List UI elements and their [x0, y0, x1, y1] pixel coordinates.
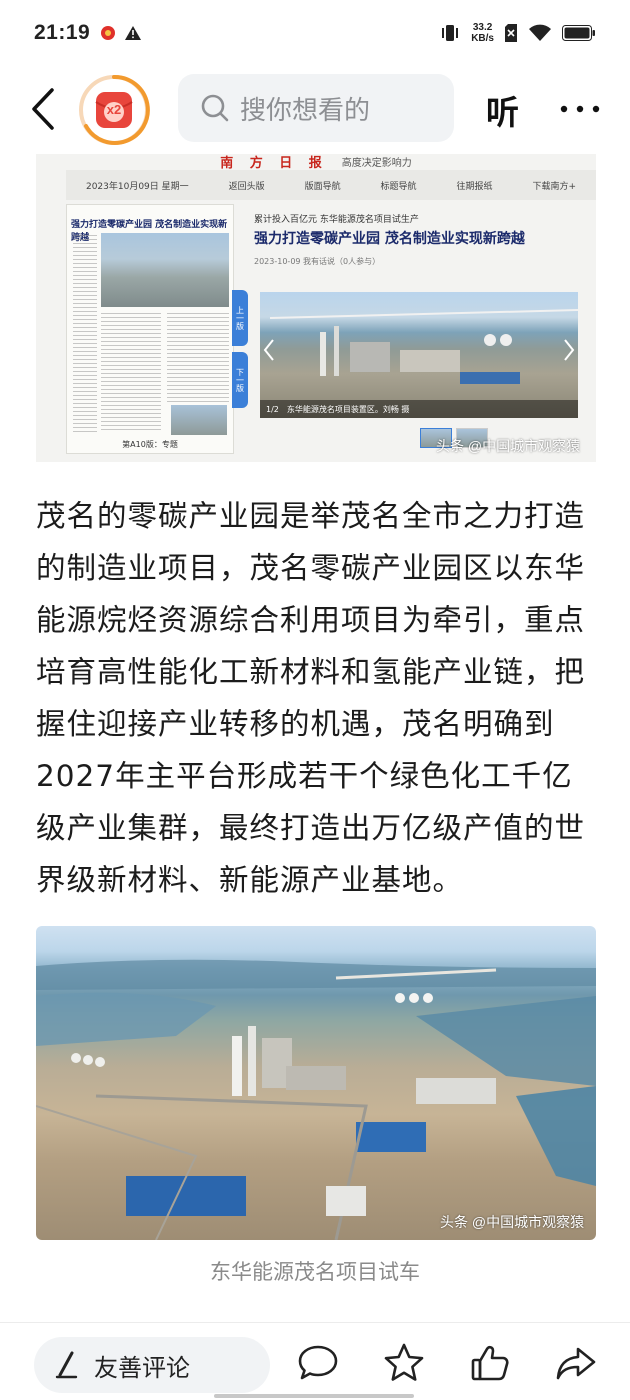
net-speed: 33.2 KB/s — [471, 22, 494, 44]
newspaper-article: 累计投入百亿元 东华能源茂名项目试生产 强力打造零碳产业园 茂名制造业实现新跨越… — [250, 204, 596, 462]
newspaper-masthead: 南 方 日 报 高度决定影响力 — [36, 154, 596, 171]
search-icon — [201, 94, 229, 122]
aerial-photo[interactable]: 头条 @中国城市观察猿 — [36, 926, 596, 1240]
status-time: 21:19 — [34, 21, 91, 44]
status-bar: 21:19 33.2 KB/s — [0, 0, 630, 66]
industrial-park-scene-icon — [36, 959, 596, 1240]
masthead-slogan: 高度决定影响力 — [341, 157, 412, 169]
article-headline: 强力打造零碳产业园 茂名制造业实现新跨越 — [254, 231, 525, 247]
article-photo: 1/2 东华能源茂名项目装置区。刘畅 摄 — [260, 292, 578, 418]
page-tabs: 上一版 下一版 — [232, 290, 248, 414]
article-meta: 2023-10-09 我有话说（0人参与） — [254, 257, 381, 266]
newspaper-page-thumbnail: 强力打造零碳产业园 茂名制造业实现新跨越 第A10版：专题 — [66, 204, 234, 454]
nav-item: 版面导航 — [304, 181, 341, 192]
coin-multiplier: x2 — [106, 102, 122, 117]
home-indicator[interactable] — [214, 1394, 414, 1398]
share-icon[interactable] — [554, 1341, 598, 1385]
image-watermark: 头条 @中国城市观察猿 — [436, 438, 581, 454]
next-page-tab[interactable]: 下一版 — [232, 352, 248, 408]
article-kicker: 累计投入百亿元 东华能源茂名项目试生产 — [254, 215, 419, 225]
next-photo-arrow-icon[interactable] — [562, 338, 576, 362]
masthead-logo: 南 方 日 报 — [220, 155, 328, 171]
nav-item: 2023年10月09日 星期一 — [85, 181, 189, 192]
star-icon[interactable] — [382, 1341, 426, 1385]
nav-item: 往期报纸 — [456, 181, 493, 192]
more-options-icon[interactable] — [558, 94, 602, 124]
newspaper-nav: 2023年10月09日 星期一 返回头版 版面导航 标题导航 往期报纸 下载南方… — [66, 170, 596, 200]
photo-caption: 东华能源茂名项目试车 — [210, 1260, 420, 1284]
thumbs-up-icon[interactable] — [468, 1341, 512, 1385]
text-column — [167, 313, 229, 403]
prev-page-tab[interactable]: 上一版 — [232, 290, 248, 346]
vibrate-icon — [442, 25, 459, 41]
page-photo-small — [171, 405, 227, 435]
comment-icon[interactable] — [296, 1341, 340, 1385]
prev-photo-arrow-icon[interactable] — [262, 338, 276, 362]
search-input[interactable]: 搜你想看的 — [178, 74, 454, 142]
wifi-icon — [529, 24, 551, 41]
bottom-action-bar: 友善评论 — [0, 1322, 630, 1400]
search-placeholder: 搜你想看的 — [240, 95, 371, 126]
reward-coin-badge[interactable]: x2 — [78, 74, 150, 146]
photo-watermark: 头条 @中国城市观察猿 — [440, 1214, 585, 1230]
page-photo — [101, 233, 229, 307]
article-paragraph: 茂名的零碳产业园是举茂名全市之力打造的制造业项目，茂名零碳产业园区以东华能源烷烃… — [36, 499, 586, 897]
photo-caption: 东华能源茂名项目装置区。刘畅 摄 — [286, 404, 410, 414]
comment-placeholder: 友善评论 — [94, 1353, 190, 1382]
battery-icon — [562, 25, 595, 41]
newspaper-screenshot-image[interactable]: 南 方 日 报 高度决定影响力 2023年10月09日 星期一 返回头版 版面导… — [36, 154, 596, 462]
text-column — [73, 235, 97, 435]
nav-item: 标题导航 — [380, 181, 417, 192]
sim-off-icon — [505, 24, 517, 42]
text-column — [101, 313, 161, 433]
photo-caption-bar: 1/2 东华能源茂名项目装置区。刘畅 摄 — [260, 400, 578, 418]
app-notification-icon — [101, 26, 116, 40]
back-arrow-icon[interactable] — [26, 86, 62, 132]
pen-icon — [55, 1351, 78, 1379]
top-bar: x2 搜你想看的 听 — [0, 72, 630, 146]
warning-icon — [125, 26, 142, 40]
page-label: 第A10版：专题 — [122, 440, 178, 449]
comment-input[interactable]: 友善评论 — [34, 1337, 270, 1393]
photo-index: 1/2 — [266, 404, 279, 414]
nav-item: 下载南方+ — [532, 181, 577, 192]
listen-button[interactable]: 听 — [486, 86, 519, 134]
nav-item: 返回头版 — [228, 181, 265, 192]
net-speed-unit: KB/s — [471, 33, 494, 44]
net-speed-value: 33.2 — [472, 22, 493, 33]
